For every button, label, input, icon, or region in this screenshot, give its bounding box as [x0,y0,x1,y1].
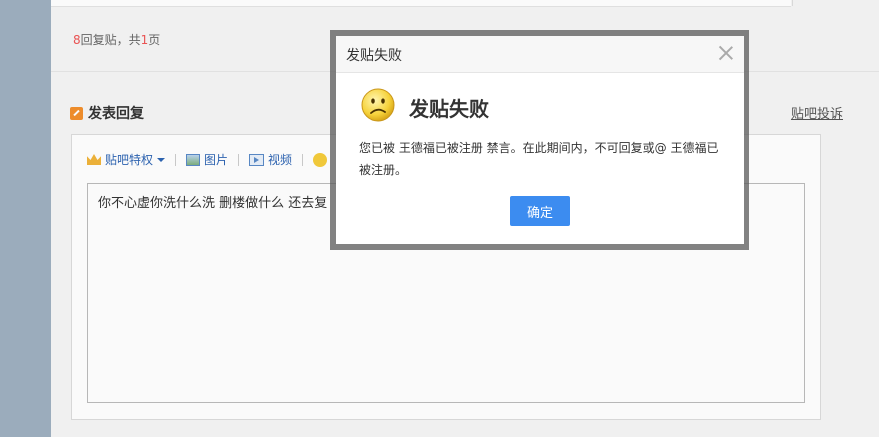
dialog-message: 您已被 王德福已被注册 禁言。在此期间内，不可回复或@ 王德福已被注册。 [359,141,719,177]
post-failed-dialog: 发贴失败 发贴失败 您已被 王德福已被注册 禁言。在此期间内，不可回复或@ 王德… [336,36,744,244]
dialog-heading: 发贴失败 [409,97,489,121]
dialog-title: 发贴失败 [346,48,402,64]
dialog-header: 发贴失败 [336,36,744,73]
confirm-button[interactable]: 确定 [510,196,570,226]
close-icon[interactable] [718,45,734,61]
sad-face-icon [361,88,395,122]
